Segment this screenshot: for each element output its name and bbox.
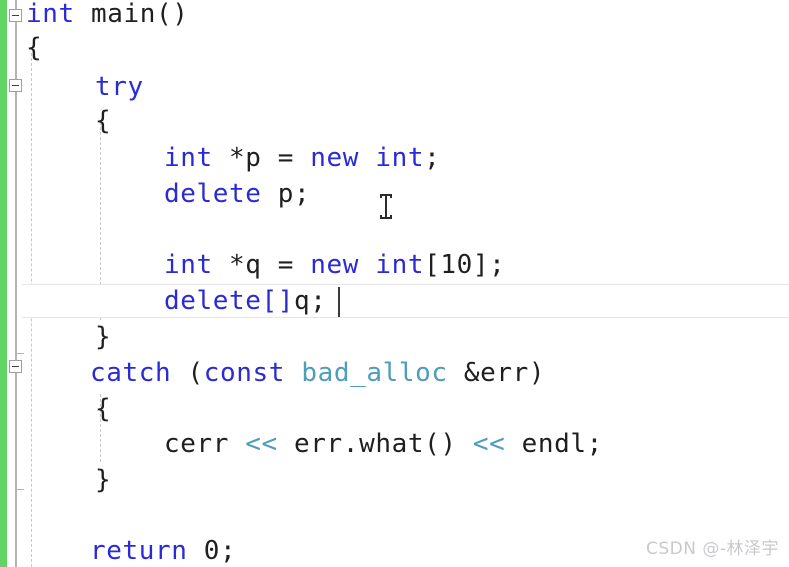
token-keyword: new bbox=[310, 143, 360, 173]
fold-marker-main[interactable] bbox=[9, 9, 22, 22]
token-plain: q; bbox=[294, 286, 327, 316]
fold-marker-try[interactable] bbox=[9, 79, 22, 92]
code-line[interactable]: { bbox=[95, 104, 111, 138]
token-plain: [10]; bbox=[424, 250, 506, 280]
token-plain: err.what() bbox=[277, 429, 473, 459]
code-line[interactable]: } bbox=[95, 463, 111, 497]
token-plain: cerr bbox=[164, 429, 246, 459]
code-line[interactable]: int *q = new int[10]; bbox=[164, 248, 505, 282]
token-keyword: int bbox=[26, 0, 75, 29]
code-line[interactable]: try bbox=[95, 70, 144, 104]
token-plain: ( bbox=[171, 358, 204, 388]
code-line[interactable]: catch (const bad_alloc &err) bbox=[90, 356, 545, 390]
watermark: CSDN @-林泽宇 bbox=[645, 539, 779, 559]
token-type: bad_alloc bbox=[301, 358, 448, 388]
code-line[interactable]: { bbox=[26, 31, 42, 65]
token-keyword: return bbox=[90, 536, 188, 566]
token-plain: } bbox=[95, 465, 112, 495]
token-keyword: [] bbox=[261, 286, 295, 316]
token-keyword: int bbox=[164, 250, 213, 280]
code-line[interactable]: int main() bbox=[26, 0, 189, 31]
token-plain: } bbox=[95, 322, 112, 352]
code-editor[interactable]: int main() { try { int *p = new int; del… bbox=[0, 0, 789, 567]
text-caret bbox=[338, 287, 340, 317]
token-plain: { bbox=[95, 106, 112, 136]
token-plain: &err) bbox=[447, 358, 546, 388]
token-plain: *p = bbox=[212, 143, 311, 173]
fold-tick-catch bbox=[15, 353, 24, 354]
code-line[interactable]: int *p = new int; bbox=[164, 141, 440, 175]
fold-marker-catch[interactable] bbox=[9, 360, 22, 373]
fold-tick-end bbox=[15, 489, 24, 490]
token-plain: endl; bbox=[505, 429, 603, 459]
code-line[interactable]: delete p; bbox=[164, 177, 310, 211]
token-plain: { bbox=[26, 33, 43, 63]
token-plain: 0; bbox=[187, 536, 237, 566]
code-content[interactable]: int main() { try { int *p = new int; del… bbox=[0, 0, 789, 567]
token-keyword: int bbox=[164, 143, 213, 173]
code-line[interactable]: { bbox=[95, 392, 111, 426]
code-line[interactable]: return 0; bbox=[90, 534, 236, 567]
token-keyword: new bbox=[310, 250, 360, 280]
token-operator: << bbox=[245, 429, 278, 459]
token-keyword: delete bbox=[164, 286, 262, 316]
token-plain: p; bbox=[261, 179, 311, 209]
token-keyword: catch bbox=[90, 358, 172, 388]
token-plain: ; bbox=[424, 143, 441, 173]
code-line[interactable]: } bbox=[95, 320, 111, 354]
token-plain: { bbox=[95, 394, 112, 424]
token-operator: << bbox=[472, 429, 506, 459]
i-beam-cursor bbox=[380, 194, 392, 219]
token-plain: *q = bbox=[212, 250, 311, 280]
token-keyword: try bbox=[95, 72, 144, 102]
token-keyword: delete bbox=[164, 179, 262, 209]
code-line[interactable]: cerr << err.what() << endl; bbox=[164, 427, 603, 461]
token-plain: main() bbox=[74, 0, 189, 29]
token-keyword: int bbox=[375, 143, 425, 173]
token-keyword: const bbox=[203, 358, 286, 388]
code-line-current[interactable]: delete[]q; bbox=[164, 284, 327, 318]
token-keyword: int bbox=[375, 250, 425, 280]
